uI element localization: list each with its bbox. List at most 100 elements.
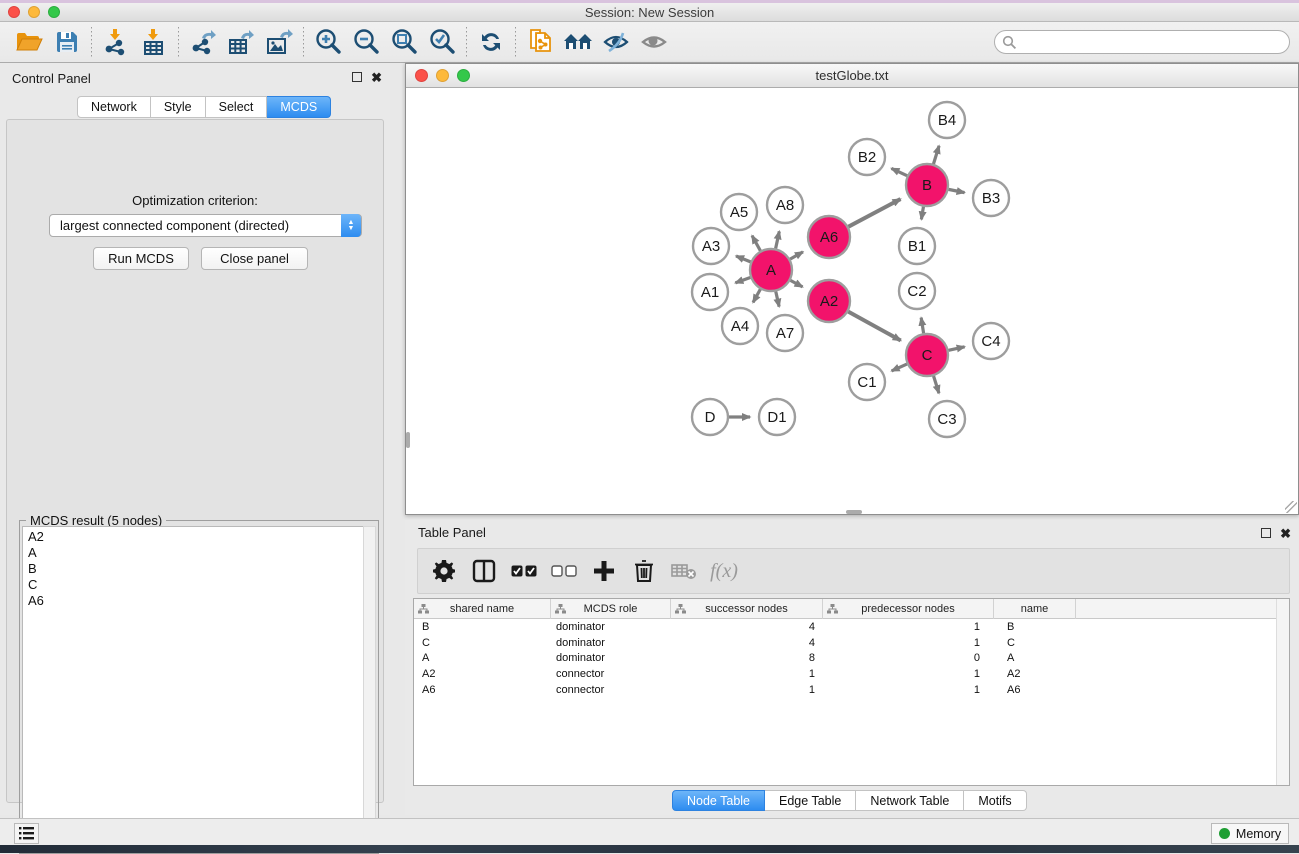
save-icon[interactable] (48, 25, 86, 59)
node-A[interactable]: A (750, 249, 792, 291)
node-D[interactable]: D (692, 399, 728, 435)
column-header-successor-nodes[interactable]: successor nodes (671, 599, 823, 619)
zoom-selected-icon[interactable] (423, 25, 461, 59)
node-A3[interactable]: A3 (693, 228, 729, 264)
table-cell[interactable]: dominator (551, 650, 671, 666)
mcds-result-item[interactable]: A (28, 545, 363, 561)
node-A6[interactable]: A6 (808, 216, 850, 258)
node-A5[interactable]: A5 (721, 194, 757, 230)
network-file-icon[interactable] (521, 25, 559, 59)
add-column-icon[interactable] (586, 553, 622, 589)
window-resize-grip[interactable] (1285, 501, 1297, 513)
hide-eye-icon[interactable] (597, 25, 635, 59)
mcds-result-item[interactable]: C (28, 577, 363, 593)
table-row[interactable]: Cdominator41C (414, 635, 1289, 651)
table-cell[interactable]: A2 (414, 666, 551, 682)
node-A8[interactable]: A8 (767, 187, 803, 223)
function-builder-icon[interactable]: f(x) (706, 553, 742, 589)
table-cell[interactable]: connector (551, 666, 671, 682)
table-row[interactable]: Adominator80A (414, 650, 1289, 666)
edge-C-C4[interactable] (948, 347, 964, 351)
tab-edge-table[interactable]: Edge Table (765, 790, 856, 811)
tab-select[interactable]: Select (206, 96, 268, 118)
table-cell[interactable]: A6 (414, 682, 551, 698)
node-C[interactable]: C (906, 334, 948, 376)
table-cell[interactable]: 1 (671, 666, 823, 682)
memory-button[interactable]: Memory (1211, 823, 1289, 844)
delete-column-icon[interactable] (626, 553, 662, 589)
edge-A-A7[interactable] (776, 291, 779, 306)
column-header-predecessor-nodes[interactable]: predecessor nodes (823, 599, 994, 619)
node-C2[interactable]: C2 (899, 273, 935, 309)
table-cell[interactable]: A (994, 650, 1076, 666)
node-A7[interactable]: A7 (767, 315, 803, 351)
node-D1[interactable]: D1 (759, 399, 795, 435)
table-cell[interactable]: A (414, 650, 551, 666)
table-cell[interactable]: 1 (823, 682, 994, 698)
table-cell[interactable]: 8 (671, 650, 823, 666)
tab-network[interactable]: Network (77, 96, 151, 118)
table-cell[interactable]: connector (551, 682, 671, 698)
edge-B-B3[interactable] (949, 189, 965, 192)
node-A2[interactable]: A2 (808, 280, 850, 322)
table-cell[interactable]: B (414, 619, 551, 635)
tab-style[interactable]: Style (151, 96, 206, 118)
column-header-mcds-role[interactable]: MCDS role (551, 599, 671, 619)
table-row[interactable]: Bdominator41B (414, 619, 1289, 635)
edge-A6-B[interactable] (848, 199, 900, 227)
node-A1[interactable]: A1 (692, 274, 728, 310)
show-eye-icon[interactable] (635, 25, 673, 59)
node-B1[interactable]: B1 (899, 228, 935, 264)
node-B2[interactable]: B2 (849, 139, 885, 175)
node-B3[interactable]: B3 (973, 180, 1009, 216)
home-icon[interactable] (559, 25, 597, 59)
table-cell[interactable]: A6 (994, 682, 1076, 698)
edge-B-B4[interactable] (933, 146, 939, 164)
import-network-icon[interactable] (97, 25, 135, 59)
column-header-name[interactable]: name (994, 599, 1076, 619)
edge-A-A1[interactable] (735, 277, 750, 282)
node-table[interactable]: shared name MCDS role successor nodes pr… (413, 598, 1290, 786)
zoom-fit-icon[interactable] (385, 25, 423, 59)
table-cell[interactable]: C (414, 635, 551, 651)
run-mcds-button[interactable]: Run MCDS (93, 247, 189, 270)
edge-C-C1[interactable] (892, 364, 907, 371)
edge-C-C3[interactable] (934, 376, 939, 393)
network-vertical-scroll-thumb[interactable] (406, 432, 410, 448)
table-cell[interactable]: 4 (671, 619, 823, 635)
columns-icon[interactable] (466, 553, 502, 589)
node-C3[interactable]: C3 (929, 401, 965, 437)
column-header-shared-name[interactable]: shared name (414, 599, 551, 619)
table-cell[interactable]: B (994, 619, 1076, 635)
edge-B-B1[interactable] (921, 207, 923, 220)
table-cell[interactable]: 1 (671, 682, 823, 698)
edge-A-A5[interactable] (752, 236, 760, 251)
edge-A-A6[interactable] (790, 252, 803, 259)
table-cell[interactable]: 1 (823, 635, 994, 651)
tab-node-table[interactable]: Node Table (672, 790, 765, 811)
table-cell[interactable]: dominator (551, 635, 671, 651)
table-cell[interactable]: 1 (823, 666, 994, 682)
edge-A-A8[interactable] (776, 231, 780, 248)
table-row[interactable]: A6connector11A6 (414, 682, 1289, 698)
mcds-result-item[interactable]: A2 (28, 529, 363, 545)
close-panel-icon[interactable]: ✖ (371, 72, 382, 83)
mcds-result-item[interactable]: A6 (28, 593, 363, 609)
tab-network-table[interactable]: Network Table (856, 790, 964, 811)
table-cell[interactable]: 1 (823, 619, 994, 635)
node-C4[interactable]: C4 (973, 323, 1009, 359)
float-panel-icon[interactable] (352, 72, 362, 82)
edge-C-C2[interactable] (921, 318, 923, 334)
open-folder-icon[interactable] (10, 25, 48, 59)
import-table-icon[interactable] (135, 25, 173, 59)
edge-A-A3[interactable] (736, 256, 751, 262)
tab-motifs[interactable]: Motifs (964, 790, 1026, 811)
table-cell[interactable]: 0 (823, 650, 994, 666)
edge-A-A4[interactable] (753, 289, 760, 302)
node-B4[interactable]: B4 (929, 102, 965, 138)
export-network-icon[interactable] (184, 25, 222, 59)
table-scrollbar[interactable] (1276, 599, 1289, 785)
search-input[interactable] (1017, 33, 1289, 51)
refresh-icon[interactable] (472, 25, 510, 59)
network-window-titlebar[interactable]: testGlobe.txt (406, 64, 1298, 88)
